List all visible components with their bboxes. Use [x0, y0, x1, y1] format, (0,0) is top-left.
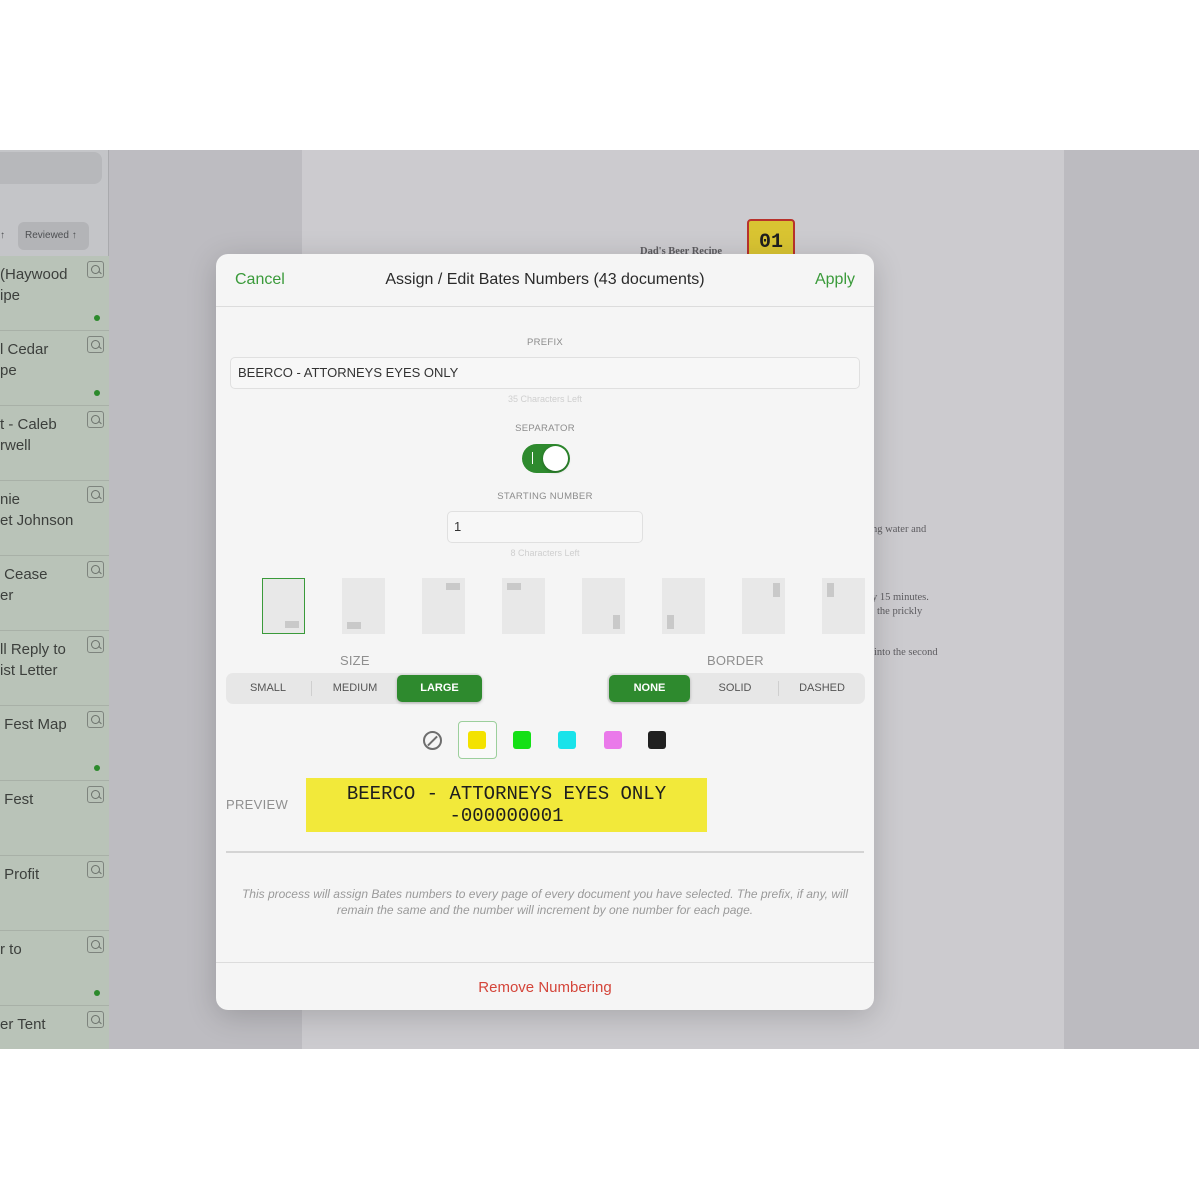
sort-bar: ↑ Reviewed ↑: [0, 222, 109, 252]
page-text-line: into the second: [874, 647, 938, 658]
position-bottom-right[interactable]: [262, 578, 305, 634]
list-item[interactable]: t - Caleb rwell: [0, 406, 109, 481]
segment-divider: [311, 681, 312, 696]
app-screen: ↑ Reviewed ↑ (Haywood ipe l Cedar pe t - C…: [0, 150, 1199, 1049]
list-item[interactable]: (Haywood ipe: [0, 256, 109, 331]
position-top-right[interactable]: [422, 578, 465, 634]
border-solid-button[interactable]: SOLID: [694, 675, 776, 702]
bates-preview: BEERCO - ATTORNEYS EYES ONLY -000000001: [306, 778, 707, 832]
list-item[interactable]: Fest Map: [0, 706, 109, 781]
position-left-bottom[interactable]: [662, 578, 705, 634]
preview-line-1: BEERCO - ATTORNEYS EYES ONLY: [346, 783, 667, 805]
document-title: er Tent: [0, 1016, 46, 1033]
page-text-line: y 15 minutes.: [872, 592, 929, 603]
list-item[interactable]: nie et Johnson: [0, 481, 109, 556]
divider: [226, 851, 864, 853]
size-large-button[interactable]: LARGE: [397, 675, 482, 702]
info-text: This process will assign Bates numbers t…: [241, 887, 849, 917]
separator-label: SEPARATOR: [515, 423, 575, 434]
color-swatch-green[interactable]: [513, 731, 531, 749]
page-text-line: ng water and: [872, 524, 927, 535]
border-none-button[interactable]: NONE: [609, 675, 690, 702]
magnifier-icon[interactable]: [87, 786, 104, 803]
dialog-header: Cancel Assign / Edit Bates Numbers (43 d…: [216, 254, 874, 307]
document-title: Fest: [0, 791, 34, 808]
position-right-top[interactable]: [742, 578, 785, 634]
prefix-input[interactable]: BEERCO - ATTORNEYS EYES ONLY: [230, 357, 860, 389]
magnifier-icon[interactable]: [87, 561, 104, 578]
position-bottom-left[interactable]: [342, 578, 385, 634]
color-swatch-black[interactable]: [648, 731, 666, 749]
list-item[interactable]: Fest: [0, 781, 109, 856]
prefix-label: PREFIX: [526, 337, 564, 348]
prefix-characters-left: 35 Characters Left: [507, 394, 583, 404]
remove-numbering-button[interactable]: Remove Numbering: [216, 979, 874, 996]
document-list: (Haywood ipe l Cedar pe t - Caleb rwell nie…: [0, 256, 109, 1049]
position-top-left[interactable]: [502, 578, 545, 634]
apply-button[interactable]: Apply: [815, 271, 855, 289]
size-medium-button[interactable]: MEDIUM: [314, 675, 396, 702]
starting-number-input[interactable]: 1: [447, 511, 643, 543]
list-item[interactable]: l Cedar pe: [0, 331, 109, 406]
size-segmented-control: SMALL MEDIUM LARGE: [226, 673, 482, 704]
magnifier-icon[interactable]: [87, 411, 104, 428]
document-title: (Haywood ipe: [0, 266, 68, 304]
list-item[interactable]: r to: [0, 931, 109, 1006]
size-label: SIZE: [340, 653, 370, 668]
search-field[interactable]: [0, 152, 102, 184]
toggle-knob: [543, 446, 568, 471]
no-color-icon[interactable]: [423, 731, 442, 750]
document-title: nie et Johnson: [0, 491, 74, 529]
preview-line-2: -000000001: [449, 805, 564, 827]
reviewed-dot-icon: [94, 390, 100, 396]
color-swatch-yellow[interactable]: [468, 731, 486, 749]
document-title: r to: [0, 941, 22, 958]
magnifier-icon[interactable]: [87, 636, 104, 653]
border-dashed-button[interactable]: DASHED: [781, 675, 863, 702]
magnifier-icon[interactable]: [87, 261, 104, 278]
list-item[interactable]: Cease er: [0, 556, 109, 631]
reviewed-dot-icon: [94, 765, 100, 771]
toggle-on-mark: [532, 452, 533, 464]
sort-arrow[interactable]: ↑: [0, 222, 5, 250]
magnifier-icon[interactable]: [87, 486, 104, 503]
list-item[interactable]: ll Reply to ist Letter: [0, 631, 109, 706]
document-title: Cease er: [0, 566, 48, 604]
document-title: t - Caleb rwell: [0, 416, 57, 454]
magnifier-icon[interactable]: [87, 861, 104, 878]
document-title: l Cedar pe: [0, 341, 49, 379]
list-item[interactable]: er Tent: [0, 1006, 109, 1049]
list-item[interactable]: Profit: [0, 856, 109, 931]
segment-divider: [778, 681, 779, 696]
separator-toggle[interactable]: [522, 444, 570, 473]
position-left-top[interactable]: [822, 578, 865, 634]
starting-number-characters-left: 8 Characters Left: [510, 548, 580, 558]
document-title: Profit: [0, 866, 40, 883]
document-list-sidebar: ↑ Reviewed ↑ (Haywood ipe l Cedar pe t - C…: [0, 150, 109, 1049]
reviewed-dot-icon: [94, 990, 100, 996]
position-right-bottom[interactable]: [582, 578, 625, 634]
size-small-button[interactable]: SMALL: [228, 675, 308, 702]
starting-number-label: STARTING NUMBER: [497, 491, 593, 502]
border-segmented-control: NONE SOLID DASHED: [607, 673, 865, 704]
page-bates-stamp: 01: [747, 219, 795, 259]
dialog-footer: Remove Numbering: [216, 962, 874, 1010]
sort-reviewed-button[interactable]: Reviewed ↑: [18, 222, 89, 250]
magnifier-icon[interactable]: [87, 336, 104, 353]
preview-label: PREVIEW: [226, 797, 289, 812]
magnifier-icon[interactable]: [87, 711, 104, 728]
reviewed-dot-icon: [94, 315, 100, 321]
document-title: Fest Map: [0, 716, 67, 733]
page-text-line: the prickly: [877, 606, 923, 617]
magnifier-icon[interactable]: [87, 1011, 104, 1028]
color-swatch-cyan[interactable]: [558, 731, 576, 749]
dialog-title: Assign / Edit Bates Numbers (43 document…: [385, 271, 705, 288]
color-swatch-magenta[interactable]: [604, 731, 622, 749]
right-margin: [1064, 150, 1199, 1049]
border-label: BORDER: [707, 653, 764, 668]
magnifier-icon[interactable]: [87, 936, 104, 953]
bates-numbers-dialog: Cancel Assign / Edit Bates Numbers (43 d…: [216, 254, 874, 1010]
document-title: ll Reply to ist Letter: [0, 641, 66, 679]
